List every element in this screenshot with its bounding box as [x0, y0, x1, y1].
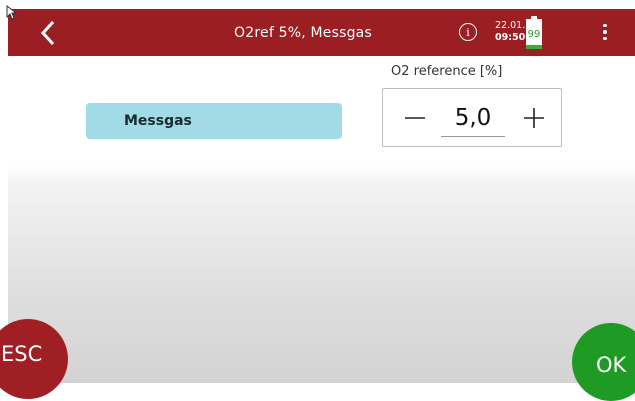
mode-label: Messgas — [124, 113, 192, 129]
menu-dot — [603, 30, 607, 34]
top-bar: O2ref 5%, Messgas i 22.01.21 09:50 99 — [8, 9, 635, 56]
o2-reference-value[interactable]: 5,0 — [441, 99, 505, 137]
info-icon[interactable]: i — [459, 23, 477, 41]
main-content: Messgas O2 reference [%] 5,0 — [8, 56, 635, 383]
battery-level: 99 — [527, 28, 541, 40]
plus-icon — [524, 108, 544, 128]
kebab-menu-icon[interactable] — [598, 20, 612, 44]
ok-button[interactable]: OK — [572, 323, 635, 401]
menu-dot — [603, 23, 607, 28]
o2-reference-label: O2 reference [%] — [391, 64, 503, 79]
minus-icon — [405, 117, 425, 119]
o2-reference-stepper: 5,0 — [382, 88, 562, 147]
battery-body: 99 — [526, 19, 542, 49]
chevron-left-icon — [40, 20, 55, 46]
menu-dot — [603, 36, 607, 41]
battery-icon: 99 — [526, 16, 542, 49]
mode-selector[interactable]: Messgas — [86, 103, 342, 139]
cursor-icon — [6, 5, 18, 20]
page-title: O2ref 5%, Messgas — [234, 24, 372, 41]
increment-button[interactable] — [519, 103, 549, 133]
back-button[interactable] — [34, 15, 62, 51]
ok-label: OK — [596, 353, 627, 377]
esc-label: ESC — [1, 342, 43, 366]
decrement-button[interactable] — [400, 103, 430, 133]
